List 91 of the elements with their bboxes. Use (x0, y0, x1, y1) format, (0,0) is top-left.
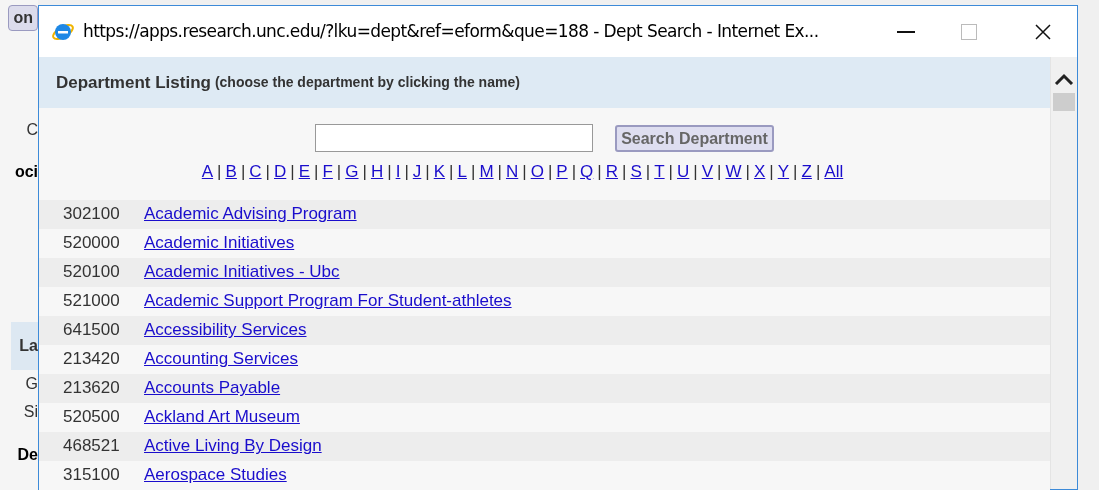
separator: | (387, 161, 392, 183)
department-link[interactable]: Academic Initiatives (144, 230, 295, 256)
department-link[interactable]: Aerospace Studies (144, 462, 287, 488)
letter-link[interactable]: J (412, 159, 422, 185)
department-link[interactable]: Academic Initiatives - Ubc (144, 259, 340, 285)
page-label: oci (14, 162, 38, 182)
separator: | (425, 161, 430, 183)
department-code: 520000 (63, 232, 121, 255)
letter-link[interactable]: I (395, 159, 401, 185)
separator: | (815, 161, 821, 183)
department-code: 213420 (63, 348, 121, 371)
letter-link[interactable]: T (654, 159, 665, 185)
department-link[interactable]: Academic Advising Program (144, 201, 357, 227)
letter-link[interactable]: U (677, 159, 690, 185)
department-link[interactable]: Academic Support Program For Student-athletes (144, 288, 512, 314)
letter-link[interactable]: G (345, 159, 359, 185)
header-title: Department Listing (56, 71, 211, 94)
letter-link[interactable]: Z (801, 159, 812, 185)
separator: | (693, 161, 698, 183)
scroll-thumb[interactable] (1053, 93, 1075, 111)
page-text: C (26, 120, 38, 140)
page-label: De (17, 445, 38, 465)
letter-link[interactable]: R (605, 159, 619, 185)
separator: | (217, 161, 222, 183)
department-code: 641500 (63, 319, 121, 342)
letter-link[interactable]: W (725, 159, 742, 185)
separator: | (290, 161, 295, 183)
separator: | (622, 161, 627, 183)
separator: | (571, 161, 577, 183)
letter-link[interactable]: F (322, 159, 333, 185)
letter-link[interactable]: P (556, 159, 568, 185)
letter-link[interactable]: N (505, 159, 519, 185)
department-code: 468521 (63, 435, 121, 458)
letter-link[interactable]: All (824, 159, 844, 185)
scroll-up-icon[interactable] (1054, 73, 1074, 85)
separator: | (597, 161, 602, 183)
search-field[interactable] (315, 124, 594, 152)
separator: | (449, 161, 454, 183)
letter-link[interactable]: K (433, 159, 446, 185)
separator: | (404, 161, 409, 183)
maximize-icon[interactable] (961, 23, 977, 40)
separator: | (645, 161, 651, 183)
page-button[interactable]: on (8, 5, 38, 31)
letter-link[interactable]: O (530, 159, 544, 185)
window-title: https://apps.research.unc.edu/?lku=dept&ref=eform&que=188 - Dept Search - Internet Ex... (83, 19, 819, 43)
letter-link[interactable]: V (701, 159, 714, 185)
search-button[interactable]: Search Department (615, 124, 774, 152)
department-code: 520500 (63, 406, 121, 429)
minimize-icon[interactable] (897, 30, 915, 33)
letter-link[interactable]: L (457, 159, 467, 185)
letter-link[interactable]: A (201, 159, 214, 185)
separator: | (362, 161, 367, 183)
department-link[interactable]: Accessibility Services (144, 317, 307, 343)
department-code: 520100 (63, 261, 121, 284)
separator: | (497, 161, 502, 183)
department-link[interactable]: Active Living By Design (144, 433, 322, 459)
page-text: G (25, 374, 38, 394)
separator: | (265, 161, 270, 183)
separator: | (793, 161, 798, 183)
letter-link[interactable]: D (274, 159, 287, 185)
separator: | (717, 161, 722, 183)
header-hint: (choose the department by clicking the name) (214, 73, 520, 92)
letter-link[interactable]: X (753, 159, 766, 185)
department-code: 302100 (63, 203, 121, 226)
letter-link[interactable]: S (630, 159, 642, 185)
separator: | (522, 161, 527, 183)
department-code: 521000 (63, 290, 121, 313)
letter-link[interactable]: H (370, 159, 384, 185)
department-link[interactable]: Accounts Payable (144, 375, 281, 401)
page-header: La (11, 322, 38, 370)
separator: | (668, 161, 674, 183)
letter-link[interactable]: C (249, 159, 262, 185)
page-text: Si (23, 402, 38, 422)
department-code: 213620 (63, 377, 121, 400)
department-link[interactable]: Accounting Services (144, 346, 299, 372)
letter-link[interactable]: Y (777, 159, 790, 185)
department-link[interactable]: Ackland Art Museum (144, 404, 300, 430)
close-icon[interactable] (1035, 23, 1051, 40)
department-code: 315100 (63, 464, 121, 487)
separator: | (240, 161, 246, 183)
separator: | (745, 161, 750, 183)
letter-link[interactable]: E (298, 159, 311, 185)
separator: | (547, 161, 553, 183)
separator: | (769, 161, 774, 183)
separator: | (314, 161, 319, 183)
separator: | (336, 161, 342, 183)
letter-link[interactable]: B (225, 159, 237, 185)
separator: | (470, 161, 476, 183)
letter-link[interactable]: M (479, 159, 494, 185)
letter-link[interactable]: Q (580, 159, 594, 185)
scrollbar[interactable] (1050, 57, 1077, 489)
